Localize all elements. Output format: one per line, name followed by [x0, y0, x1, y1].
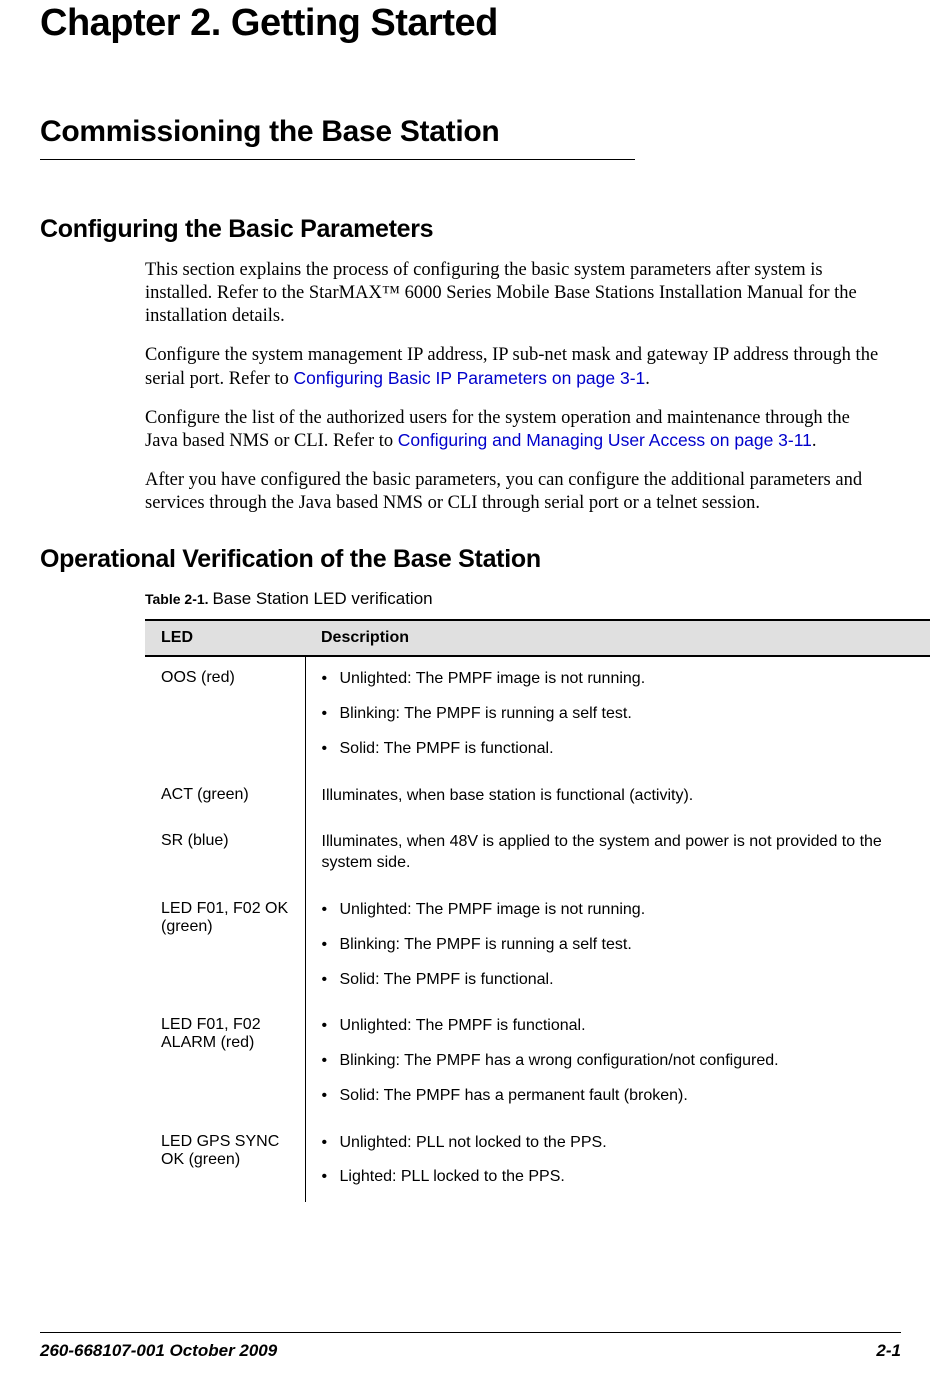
- table-header-row: LED Description: [145, 620, 930, 656]
- led-description-cell: Unlighted: The PMPF image is not running…: [305, 888, 930, 1004]
- section-rule: [40, 159, 635, 160]
- list-item: Lighted: PLL locked to the PPS.: [322, 1167, 915, 1188]
- led-description-cell: Unlighted: The PMPF is functional. Blinki…: [305, 1004, 930, 1120]
- led-name-cell: LED GPS SYNC OK (green): [145, 1121, 305, 1203]
- bullet-list: Unlighted: PLL not locked to the PPS. Lig…: [322, 1133, 915, 1189]
- list-item: Unlighted: The PMPF image is not running…: [322, 669, 915, 690]
- list-item: Solid: The PMPF is functional.: [322, 739, 915, 760]
- description-text: Illuminates, when base station is functi…: [322, 786, 915, 807]
- text-run: .: [812, 431, 817, 451]
- text-run: .: [645, 369, 650, 389]
- led-name-cell: SR (blue): [145, 820, 305, 888]
- body-paragraph: Configure the system management IP addre…: [145, 344, 886, 390]
- table-row: LED F01, F02 OK (green) Unlighted: The PM…: [145, 888, 930, 1004]
- list-item: Solid: The PMPF is functional.: [322, 970, 915, 991]
- body-paragraph: Configure the list of the authorized use…: [145, 407, 886, 453]
- caption-text: Base Station LED verification: [212, 589, 432, 608]
- led-name-cell: LED F01, F02 ALARM (red): [145, 1004, 305, 1120]
- body-paragraph: This section explains the process of con…: [145, 259, 886, 328]
- list-item: Solid: The PMPF has a permanent fault (b…: [322, 1086, 915, 1107]
- table-header-description: Description: [305, 620, 930, 656]
- section-title: Commissioning the Base Station: [40, 115, 901, 149]
- list-item: Unlighted: The PMPF image is not running…: [322, 900, 915, 921]
- subsection-configuring-params: Configuring the Basic Parameters: [40, 215, 901, 244]
- link-managing-user-access[interactable]: Configuring and Managing User Access on …: [398, 430, 812, 450]
- bullet-list: Unlighted: The PMPF image is not running…: [322, 900, 915, 990]
- list-item: Unlighted: The PMPF is functional.: [322, 1016, 915, 1037]
- table-header-led: LED: [145, 620, 305, 656]
- bullet-list: Unlighted: The PMPF is functional. Blinki…: [322, 1016, 915, 1106]
- footer-doc-id: 260-668107-001 October 2009: [40, 1341, 277, 1361]
- link-configuring-ip[interactable]: Configuring Basic IP Parameters on page …: [293, 368, 645, 388]
- table-row: ACT (green) Illuminates, when base statio…: [145, 774, 930, 821]
- body-paragraph: After you have configured the basic para…: [145, 469, 886, 515]
- table-row: OOS (red) Unlighted: The PMPF image is no…: [145, 656, 930, 773]
- description-text: Illuminates, when 48V is applied to the …: [322, 832, 915, 874]
- chapter-title: Chapter 2. Getting Started: [40, 2, 901, 45]
- led-name-cell: OOS (red): [145, 656, 305, 773]
- subsection-operational-verification: Operational Verification of the Base Sta…: [40, 545, 901, 574]
- led-name-cell: LED F01, F02 OK (green): [145, 888, 305, 1004]
- table-row: LED GPS SYNC OK (green) Unlighted: PLL no…: [145, 1121, 930, 1203]
- table-row: SR (blue) Illuminates, when 48V is applie…: [145, 820, 930, 888]
- list-item: Blinking: The PMPF is running a self tes…: [322, 704, 915, 725]
- led-table: LED Description OOS (red) Unlighted: The …: [145, 619, 930, 1202]
- led-description-cell: Unlighted: PLL not locked to the PPS. Lig…: [305, 1121, 930, 1203]
- list-item: Blinking: The PMPF is running a self tes…: [322, 935, 915, 956]
- led-description-cell: Illuminates, when base station is functi…: [305, 774, 930, 821]
- led-description-cell: Unlighted: The PMPF image is not running…: [305, 656, 930, 773]
- led-description-cell: Illuminates, when 48V is applied to the …: [305, 820, 930, 888]
- table-row: LED F01, F02 ALARM (red)Unlighted: The P…: [145, 1004, 930, 1120]
- page-footer: 260-668107-001 October 2009 2-1: [40, 1332, 901, 1361]
- list-item: Unlighted: PLL not locked to the PPS.: [322, 1133, 915, 1154]
- footer-page-number: 2-1: [876, 1341, 901, 1361]
- led-name-cell: ACT (green): [145, 774, 305, 821]
- table-caption: Table 2-1. Base Station LED verification: [145, 589, 901, 609]
- list-item: Blinking: The PMPF has a wrong configura…: [322, 1051, 915, 1072]
- bullet-list: Unlighted: The PMPF image is not running…: [322, 669, 915, 759]
- caption-label: Table 2-1.: [145, 591, 212, 607]
